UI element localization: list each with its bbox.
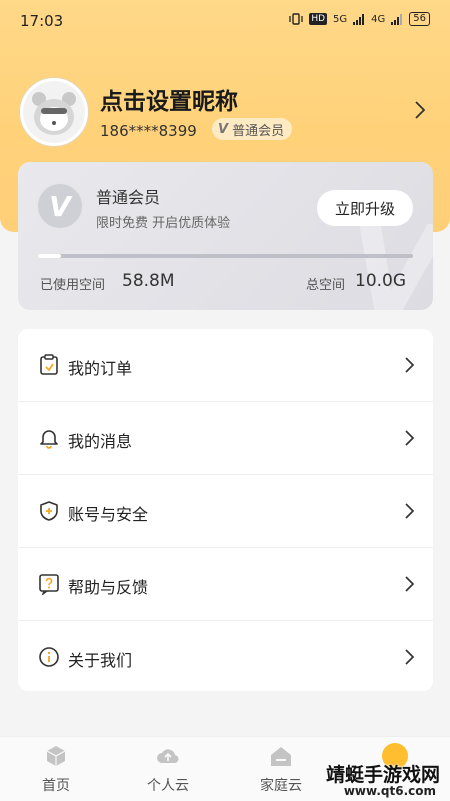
help-icon xyxy=(39,574,59,595)
watermark-url: www.qt6.com xyxy=(343,784,436,798)
menu-item-label: 账号与安全 xyxy=(68,505,149,524)
tab-label: 首页 xyxy=(42,778,70,794)
watermark: 靖蜓手游戏网 www.qt6.com xyxy=(302,760,442,800)
membership-badge: V 普通会员 xyxy=(212,118,293,140)
vibrate-icon xyxy=(289,13,303,25)
profile-chevron-right-icon[interactable] xyxy=(410,98,430,122)
vip-subtitle: 限时免费 开启优质体验 xyxy=(96,216,231,231)
status-icons: HD 5G 4G 56 xyxy=(289,12,430,26)
phone-number: 186****8399 xyxy=(100,122,197,140)
profile-header[interactable]: 点击设置昵称 186****8399 V 普通会员 xyxy=(20,78,430,146)
tab-personal-cloud[interactable]: 个人云 xyxy=(112,737,224,801)
menu-item-orders[interactable]: 我的订单 xyxy=(18,329,433,401)
tab-home[interactable]: 首页 xyxy=(0,737,112,801)
avatar[interactable] xyxy=(20,78,88,146)
v-badge-icon: V xyxy=(218,121,229,137)
menu-item-about[interactable]: 关于我们 xyxy=(18,621,433,693)
menu-item-help-feedback[interactable]: 帮助与反馈 xyxy=(18,548,433,620)
bell-icon xyxy=(40,430,58,449)
shield-icon xyxy=(40,501,58,521)
used-space-label: 已使用空间 xyxy=(40,278,106,293)
network-5g-label: 5G xyxy=(333,13,348,25)
menu-item-label: 关于我们 xyxy=(68,651,133,670)
hd-icon: HD xyxy=(309,13,328,25)
house-icon xyxy=(271,747,291,766)
chevron-right-icon xyxy=(405,430,415,446)
info-icon xyxy=(39,647,59,667)
total-space-label: 总空间 xyxy=(306,278,346,293)
membership-badge-label: 普通会员 xyxy=(232,123,285,139)
vip-logo-icon: V xyxy=(36,182,84,230)
chevron-right-icon xyxy=(405,503,415,519)
watermark-text: 靖蜓手游戏网 xyxy=(325,764,440,786)
vip-title: 普通会员 xyxy=(96,188,161,207)
vip-card[interactable]: V V 普通会员 限时免费 开启优质体验 立即升级 已使用空间 58.8M 总空… xyxy=(18,162,433,310)
nickname-label[interactable]: 点击设置昵称 xyxy=(100,82,238,116)
chevron-right-icon xyxy=(405,649,415,665)
status-bar: 17:03 HD 5G 4G 56 xyxy=(0,0,450,40)
total-space-value: 10.0G xyxy=(355,271,407,291)
menu-list: 我的订单 我的消息 账号与安全 帮助与反馈 关于我们 xyxy=(18,329,433,691)
battery-icon: 56 xyxy=(409,12,430,26)
signal-icon xyxy=(353,13,365,25)
menu-item-messages[interactable]: 我的消息 xyxy=(18,402,433,474)
used-space-value: 58.8M xyxy=(122,271,175,291)
menu-item-label: 我的订单 xyxy=(68,359,133,378)
signal-icon-2 xyxy=(391,13,403,25)
cloud-upload-icon xyxy=(157,749,179,764)
menu-item-account-security[interactable]: 账号与安全 xyxy=(18,475,433,547)
storage-progress-bar xyxy=(38,254,413,258)
chevron-right-icon xyxy=(405,576,415,592)
mascot-avatar-icon xyxy=(23,81,85,143)
order-icon xyxy=(40,354,58,375)
menu-item-label: 帮助与反馈 xyxy=(68,578,149,597)
storage-progress-fill xyxy=(38,254,61,258)
status-time: 17:03 xyxy=(20,12,64,30)
network-4g-label: 4G xyxy=(371,13,386,25)
chevron-right-icon xyxy=(405,357,415,373)
upgrade-button[interactable]: 立即升级 xyxy=(317,190,413,226)
tab-label: 个人云 xyxy=(147,778,189,794)
menu-item-label: 我的消息 xyxy=(68,432,133,451)
cube-icon xyxy=(46,746,66,766)
